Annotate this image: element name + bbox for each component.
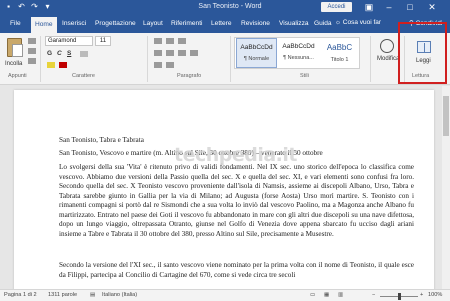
group-divider [230, 36, 231, 82]
paste-icon[interactable] [7, 38, 23, 57]
paste-button[interactable]: Incolla [5, 61, 22, 67]
save-icon[interactable]: ▪ [4, 2, 13, 11]
shading-icon[interactable] [154, 62, 162, 68]
group-divider [147, 36, 148, 82]
lightbulb-icon: ☼ [335, 19, 341, 26]
tab-riferimenti[interactable]: Riferimenti [171, 19, 203, 29]
styles-group-label: Stili [300, 73, 309, 79]
document-paragraph: Lo svolgersi della sua 'Vita' è ritenuto… [59, 163, 414, 238]
borders-icon[interactable] [166, 62, 174, 68]
document-paragraph: Secondo la versione del l'XI sec., il sa… [59, 261, 414, 279]
proofing-icon[interactable]: ▤ [90, 292, 95, 298]
undo-icon[interactable]: ↶ [17, 2, 26, 11]
align-left-icon[interactable] [154, 50, 162, 56]
zoom-in-icon[interactable]: + [420, 292, 423, 298]
tab-lettere[interactable]: Lettere [211, 19, 232, 29]
highlight-annotation [398, 22, 447, 84]
tab-revisione[interactable]: Revisione [241, 19, 270, 29]
zoom-level[interactable]: 100% [428, 292, 442, 298]
group-divider [370, 36, 371, 82]
style-normal[interactable]: AaBbCcDd ¶ Normale [236, 38, 277, 68]
ribbon: Incolla Appunti Garamond 11 G C S Caratt… [0, 33, 450, 85]
tell-me-label: Cosa vuoi far [342, 19, 382, 26]
multilevel-list-icon[interactable] [178, 38, 186, 44]
read-mode-icon[interactable]: ▭ [310, 292, 315, 298]
status-bar: Pagina 1 di 2 1311 parole ▤ Italiano (It… [0, 289, 450, 301]
tab-home[interactable]: Home [31, 17, 57, 33]
redo-icon[interactable]: ↷ [30, 2, 39, 11]
title-bar: ▪ ↶ ↷ ▾ San Teonisto - Word Accedi ▣ – □… [0, 0, 450, 14]
font-color-icon[interactable] [59, 62, 67, 68]
strikethrough-icon[interactable] [80, 51, 88, 57]
ribbon-tabs: File Home Inserisci Progettazione Layout… [0, 14, 450, 33]
signin-button[interactable]: Accedi [321, 2, 352, 12]
tab-file[interactable]: File [10, 19, 21, 29]
document-page[interactable]: San Teonisto, Tabra e Tabrata San Teonis… [14, 90, 434, 289]
minimize-button[interactable]: – [382, 1, 396, 13]
maximize-button[interactable]: □ [403, 1, 417, 13]
ribbon-display-options-icon[interactable]: ▣ [362, 1, 376, 13]
italic-button[interactable]: C [57, 50, 62, 58]
underline-button[interactable]: S [67, 50, 71, 58]
format-painter-icon[interactable] [28, 58, 36, 64]
word-count[interactable]: 1311 parole [48, 292, 77, 298]
font-size-select[interactable]: 11 [95, 36, 111, 46]
magnifier-icon[interactable] [380, 39, 394, 53]
style-sample: AaBbCcDd [240, 44, 273, 51]
paragraph-group-label: Paragrafo [177, 73, 202, 79]
style-name: ¶ Nessuna... [283, 55, 314, 61]
numbering-icon[interactable] [166, 38, 174, 44]
customize-qat-icon[interactable]: ▾ [43, 2, 52, 11]
style-name: ¶ Normale [243, 56, 270, 62]
tab-inserisci[interactable]: Inserisci [62, 19, 86, 29]
copy-icon[interactable] [28, 48, 36, 54]
window-title: San Teonisto - Word [198, 3, 262, 10]
modify-button[interactable]: Modifica [377, 56, 399, 62]
zoom-slider-thumb[interactable] [398, 293, 401, 300]
group-divider [40, 36, 41, 82]
style-sample: AaBbCcDd [282, 43, 315, 50]
tell-me-search[interactable]: ☼ Cosa vuoi far [335, 19, 381, 26]
tab-guida[interactable]: Guida [314, 19, 332, 29]
style-name: Titolo 1 [330, 57, 349, 63]
highlight-color-icon[interactable] [47, 62, 55, 68]
align-center-icon[interactable] [166, 50, 174, 56]
page-count[interactable]: Pagina 1 di 2 [4, 292, 37, 298]
style-heading-1[interactable]: AaBbC Titolo 1 [319, 38, 360, 68]
font-group-label: Carattere [72, 73, 95, 79]
bullets-icon[interactable] [154, 38, 162, 44]
quick-access-toolbar: ▪ ↶ ↷ ▾ [4, 2, 52, 11]
bold-button[interactable]: G [47, 50, 52, 58]
site-watermark: techpedia.it [174, 144, 298, 166]
align-right-icon[interactable] [178, 50, 186, 56]
tab-visualizza[interactable]: Visualizza [279, 19, 309, 29]
tab-progettazione[interactable]: Progettazione [95, 19, 136, 29]
style-sample: AaBbC [326, 43, 353, 52]
scrollbar-thumb[interactable] [443, 96, 449, 136]
justify-icon[interactable] [190, 50, 198, 56]
styles-gallery: AaBbCcDd ¶ Normale AaBbCcDd ¶ Nessuna...… [234, 37, 360, 69]
font-name-select[interactable]: Garamond [45, 36, 93, 46]
style-no-spacing[interactable]: AaBbCcDd ¶ Nessuna... [278, 38, 319, 68]
language-indicator[interactable]: Italiano (Italia) [102, 292, 137, 298]
vertical-scrollbar[interactable] [442, 86, 450, 289]
print-layout-icon[interactable]: ▦ [324, 292, 329, 298]
cut-icon[interactable] [28, 38, 36, 44]
web-layout-icon[interactable]: ▥ [338, 292, 343, 298]
tab-layout[interactable]: Layout [143, 19, 163, 29]
zoom-out-icon[interactable]: − [372, 292, 375, 298]
document-area: San Teonisto, Tabra e Tabrata San Teonis… [0, 86, 450, 289]
close-button[interactable]: ✕ [425, 1, 439, 13]
clipboard-group-label: Appunti [8, 73, 27, 79]
